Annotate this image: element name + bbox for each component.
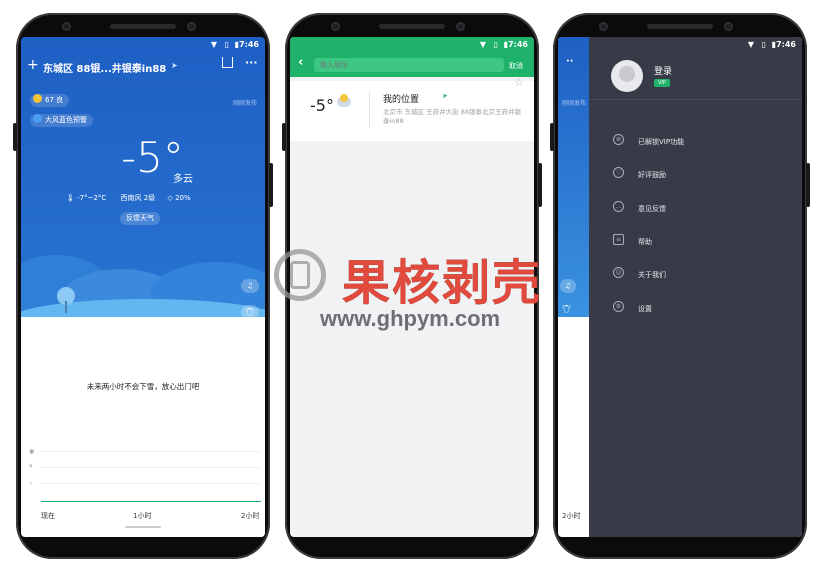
share-icon[interactable]	[222, 57, 233, 68]
chat-icon: …	[613, 201, 624, 212]
status-time: 7:46	[239, 40, 259, 49]
status-time: 7:46	[508, 40, 528, 49]
address-input[interactable]	[314, 58, 504, 72]
card-temp: -5°	[310, 96, 334, 115]
location-card[interactable]: -5° 我的位置 ➤ ☆ 北京市 东城区 王府井大街 88银泰北京王府井银泰in…	[290, 76, 534, 141]
humidity-text: 20%	[175, 194, 191, 202]
front-camera	[62, 22, 71, 31]
details-row: 🌡︎ -7°~2°C 西南风 2级 ◇ 20%	[66, 193, 191, 203]
peek-broadcast-icon: ♫	[560, 279, 576, 293]
card-address: 北京市 东城区 王府井大街 88银泰北京王府井银泰in88	[383, 108, 521, 125]
aqi-text: 67 良	[45, 96, 64, 104]
weather-peek	[558, 37, 589, 317]
broadcast-icon[interactable]: ♫	[241, 279, 259, 293]
vip-icon: ⊗	[613, 134, 624, 145]
wind-alert-icon	[33, 114, 42, 123]
front-camera	[599, 22, 608, 31]
status-bar: ▼ ▯ ▮ 7:46	[210, 40, 259, 49]
status-bar: ▼ ▯ ▮ 7:46	[747, 40, 796, 49]
heavy-snow-icon: ❄︎	[29, 448, 35, 456]
menu-item-help[interactable]: ≡ 帮助	[613, 234, 652, 247]
precip-panel: 未来两小时不会下雪，放心出门吧 ❄︎ ° ◦	[21, 317, 265, 537]
phone-frame-drawer: ·· 刚刚发布 ♫ 👕︎ 2小时 登录 VIP ⊗ 已解锁VIP功能 ♡ 好评鼓励 …	[550, 13, 810, 559]
watermark-title: 果核剥壳	[342, 255, 543, 311]
menu-item-settings[interactable]: ⚙ 设置	[613, 301, 652, 314]
alert-badge[interactable]: 大风蓝色预警	[30, 114, 93, 127]
menu-item-feedback[interactable]: … 意见反馈	[613, 201, 666, 214]
sensor	[187, 22, 196, 31]
card-title: 我的位置	[383, 95, 420, 105]
peek-x-label: 2小时	[562, 512, 581, 520]
aqi-badge[interactable]: 67 良	[30, 94, 70, 107]
favorite-star-icon[interactable]: ☆	[514, 76, 524, 89]
more-icon[interactable]: ···	[245, 56, 258, 69]
x-label-1h: 1小时	[133, 512, 152, 520]
menu-item-vip[interactable]: ⊗ 已解锁VIP功能	[613, 134, 684, 147]
thermometer-icon: 🌡︎	[66, 194, 75, 202]
add-city-icon[interactable]: +	[27, 57, 39, 73]
front-camera	[331, 22, 340, 31]
cancel-button[interactable]: 取消	[509, 61, 523, 71]
heart-icon: ♡	[613, 167, 624, 178]
status-bar: ▼ ▯ ▮ 7:46	[479, 40, 528, 49]
smile-icon: ☺	[613, 267, 624, 278]
watermark-url: www.ghpym.com	[320, 306, 501, 331]
temp-range: -7°~2°C	[77, 194, 107, 202]
document-icon: ≡	[613, 234, 624, 245]
menu-item-rate[interactable]: ♡ 好评鼓励	[613, 167, 666, 180]
menu-item-about[interactable]: ☺ 关于我们	[613, 267, 666, 280]
watermark: 果核剥壳 www.ghpym.com	[272, 243, 562, 333]
x-label-now: 现在	[41, 512, 55, 520]
wind-text: 西南风 2级	[120, 194, 156, 202]
sensor	[724, 22, 733, 31]
x-label-2h: 2小时	[241, 512, 260, 520]
light-snow-icon: ◦	[29, 480, 34, 488]
nav-arrow-icon: ➤	[442, 92, 448, 100]
sensor	[456, 22, 465, 31]
weather-screen: ▼ ▯ ▮ 7:46 + 东城区 88银...井银泰in88 ➤ ··· 刚刚发…	[21, 37, 265, 537]
publish-time: 刚刚发布	[233, 100, 258, 107]
gear-icon: ⚙	[613, 301, 624, 312]
feedback-weather-button[interactable]: 反馈天气	[120, 212, 160, 225]
phone-frame-weather: ▼ ▯ ▮ 7:46 + 东城区 88银...井银泰in88 ➤ ··· 刚刚发…	[13, 13, 273, 559]
side-drawer: 登录 VIP	[589, 37, 802, 537]
snow-icon: °	[29, 464, 33, 472]
location-arrow-icon: ➤	[171, 61, 178, 70]
drawer-screen: ·· 刚刚发布 ♫ 👕︎ 2小时 登录 VIP ⊗ 已解锁VIP功能 ♡ 好评鼓励 …	[558, 37, 802, 537]
peek-publish-time: 刚刚发布	[562, 100, 587, 107]
peek-outfit-icon: 👕︎	[562, 305, 571, 313]
peek-more-icon: ··	[566, 56, 574, 67]
forecast-text: 未来两小时不会下雪，放心出门吧	[86, 382, 200, 391]
login-link[interactable]: 登录	[654, 64, 672, 77]
condition-text: 多云	[173, 174, 193, 185]
humidity-icon: ◇	[167, 194, 173, 202]
vip-badge: VIP	[654, 79, 670, 87]
home-indicator	[125, 526, 161, 528]
alert-text: 大风蓝色预警	[45, 116, 87, 124]
back-icon[interactable]: ‹	[298, 55, 303, 70]
smiley-icon	[33, 94, 42, 103]
location-title[interactable]: 东城区 88银...井银泰in88	[43, 60, 166, 75]
status-time: 7:46	[776, 40, 796, 49]
